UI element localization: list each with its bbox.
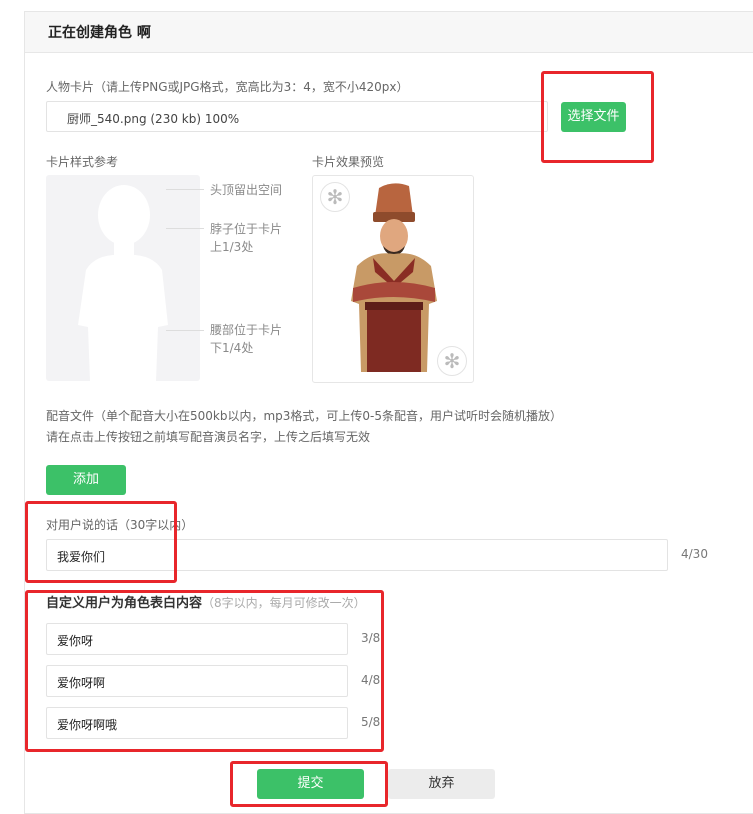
- confession-counter: 3/8: [361, 631, 381, 645]
- reference-image: [46, 175, 200, 381]
- add-voice-button[interactable]: 添加: [46, 465, 126, 495]
- confession-title-text: 自定义用户为角色表白内容: [46, 596, 203, 611]
- fan-icon: ✻: [320, 182, 350, 212]
- confession-title: 自定义用户为角色表白内容（8字以内，每月可修改一次）: [46, 592, 366, 611]
- greeting-value: 我爱你们: [57, 550, 106, 564]
- hint-head: 头顶留出空间: [210, 183, 283, 197]
- page-title: 正在创建角色 啊: [48, 25, 151, 41]
- greeting-input[interactable]: 我爱你们: [46, 539, 668, 571]
- confession-counter: 4/8: [361, 673, 381, 687]
- hint-neck: 脖子位于卡片 上1/3处: [210, 222, 283, 254]
- confession-counter: 5/8: [361, 715, 381, 729]
- hint-line: [166, 228, 204, 229]
- preview-image: ✻ ✻: [312, 175, 474, 383]
- file-value: 厨师_540.png (230 kb) 100%: [67, 112, 240, 126]
- hint-waist: 腰部位于卡片 下1/4处: [210, 323, 283, 355]
- confession-input-3[interactable]: 爱你呀啊哦: [46, 707, 348, 739]
- confession-value: 爱你呀啊哦: [57, 718, 118, 732]
- choose-file-button[interactable]: 选择文件: [561, 102, 626, 132]
- fan-icon: ✻: [437, 346, 467, 376]
- confession-input-1[interactable]: 爱你呀: [46, 623, 348, 655]
- reference-label: 卡片样式参考: [46, 155, 119, 169]
- confession-input-2[interactable]: 爱你呀啊: [46, 665, 348, 697]
- hint-line: [166, 189, 204, 190]
- voice-label: 配音文件（单个配音大小在500kb以内，mp3格式，可上传0-5条配音，用户试听…: [46, 409, 563, 423]
- preview-label: 卡片效果预览: [312, 155, 385, 169]
- confession-value: 爱你呀: [57, 634, 94, 648]
- confession-value: 爱你呀啊: [57, 676, 106, 690]
- card-upload-label: 人物卡片（请上传PNG或JPG格式，宽高比为3：4，宽不小420px）: [46, 80, 409, 94]
- confession-subtitle: （8字以内，每月可修改一次）: [202, 596, 366, 610]
- cancel-button[interactable]: 放弃: [388, 769, 495, 799]
- voice-note: 请在点击上传按钮之前填写配音演员名字，上传之后填写无效: [46, 430, 371, 444]
- hint-line: [166, 330, 204, 331]
- silhouette-icon: [78, 185, 168, 381]
- submit-button[interactable]: 提交: [257, 769, 364, 799]
- greeting-counter: 4/30: [681, 547, 708, 561]
- greeting-label: 对用户说的话（30字以内）: [46, 518, 194, 532]
